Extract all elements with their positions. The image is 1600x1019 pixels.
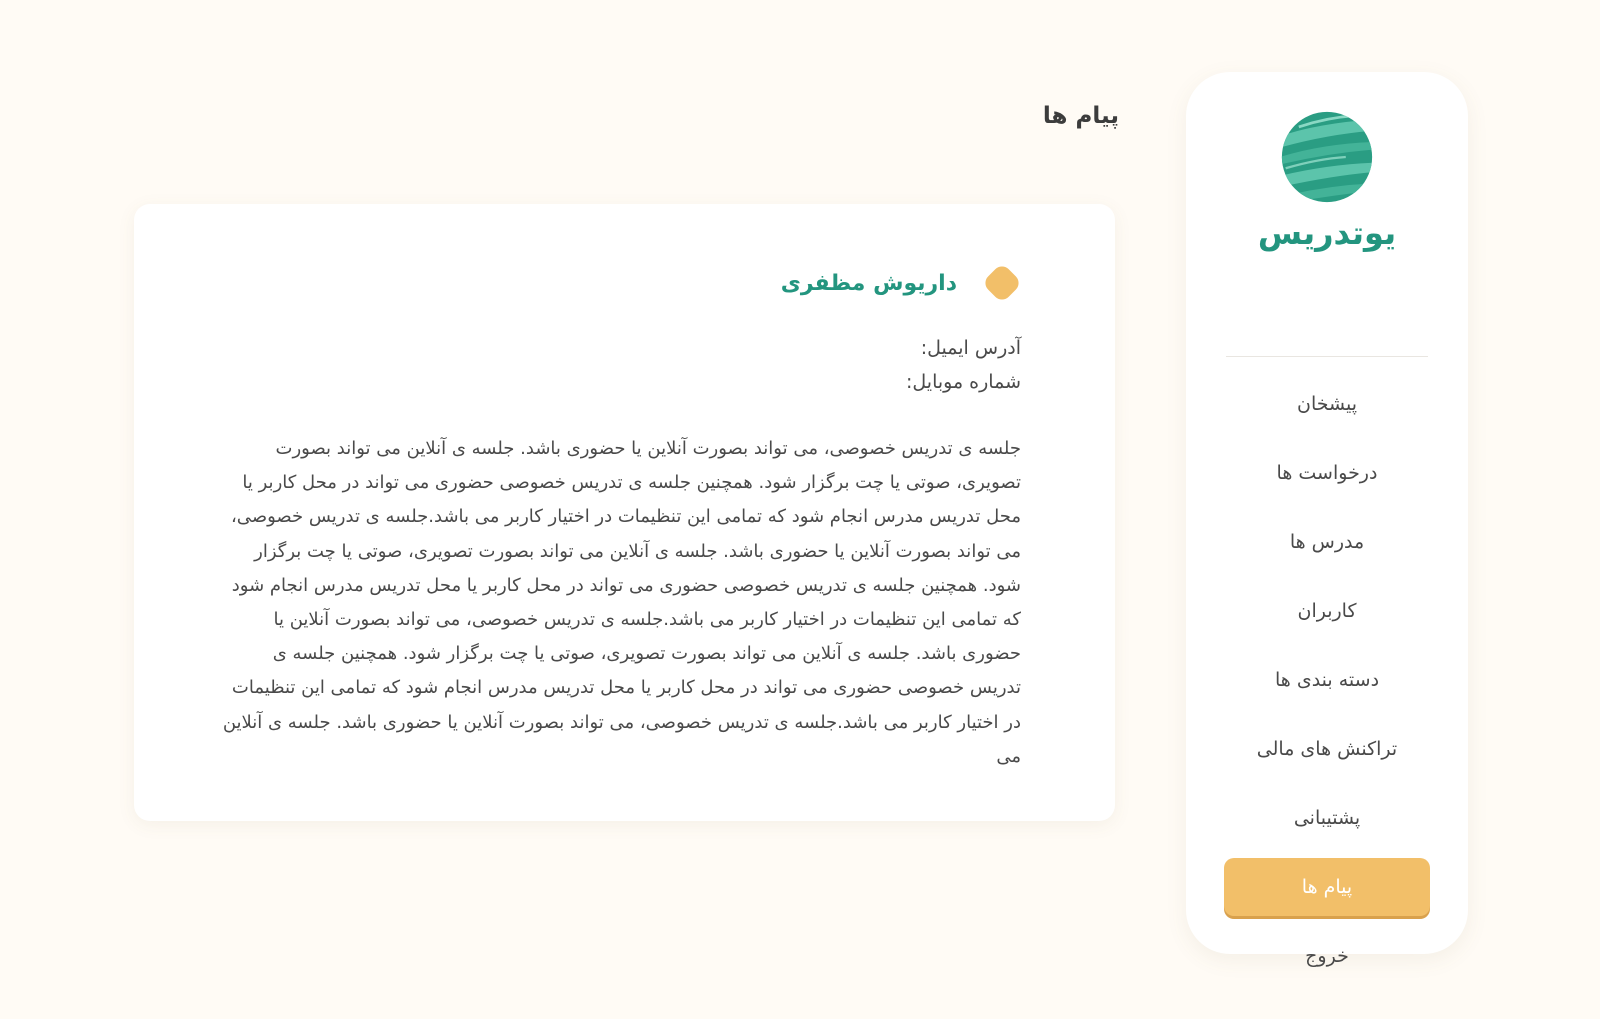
sidebar-item-users[interactable]: کاربران [1224, 582, 1430, 640]
brand-name: یوتدریس [1257, 214, 1397, 252]
sender-info: آدرس ایمیل: شماره موبایل: [906, 331, 1021, 399]
sidebar-item-transactions[interactable]: تراکنش های مالی [1224, 720, 1430, 778]
sidebar-item-messages[interactable]: پیام ها [1224, 858, 1430, 916]
sidebar-nav: پیشخان درخواست ها مدرس ها کاربران دسته ب… [1224, 375, 1430, 996]
sidebar-item-requests[interactable]: درخواست ها [1224, 444, 1430, 502]
sidebar-item-support[interactable]: پشتیبانی [1224, 789, 1430, 847]
email-label: آدرس ایمیل: [920, 337, 1021, 359]
message-card: داریوش مظفری آدرس ایمیل: شماره موبایل: ج… [134, 204, 1115, 821]
sender-name: داریوش مظفری [780, 270, 957, 296]
sidebar-item-categories[interactable]: دسته بندی ها [1224, 651, 1430, 709]
mobile-label: شماره موبایل: [905, 371, 1021, 393]
sender-dot-icon [981, 262, 1023, 304]
sidebar-item-teachers[interactable]: مدرس ها [1224, 513, 1430, 571]
sidebar-divider [1226, 356, 1428, 357]
sidebar-item-logout[interactable]: خروج [1224, 927, 1430, 985]
page-title: پیام ها [1042, 103, 1119, 129]
sender-header: داریوش مظفری [780, 262, 1023, 304]
logo-block[interactable]: یوتدریس [1186, 110, 1468, 252]
sidebar-item-dashboard[interactable]: پیشخان [1224, 375, 1430, 433]
planet-logo-icon [1281, 111, 1373, 203]
message-body: جلسه ی تدریس خصوصی، می تواند بصورت آنلای… [222, 438, 1021, 767]
sidebar: یوتدریس پیشخان درخواست ها مدرس ها کاربرا… [1186, 72, 1468, 967]
